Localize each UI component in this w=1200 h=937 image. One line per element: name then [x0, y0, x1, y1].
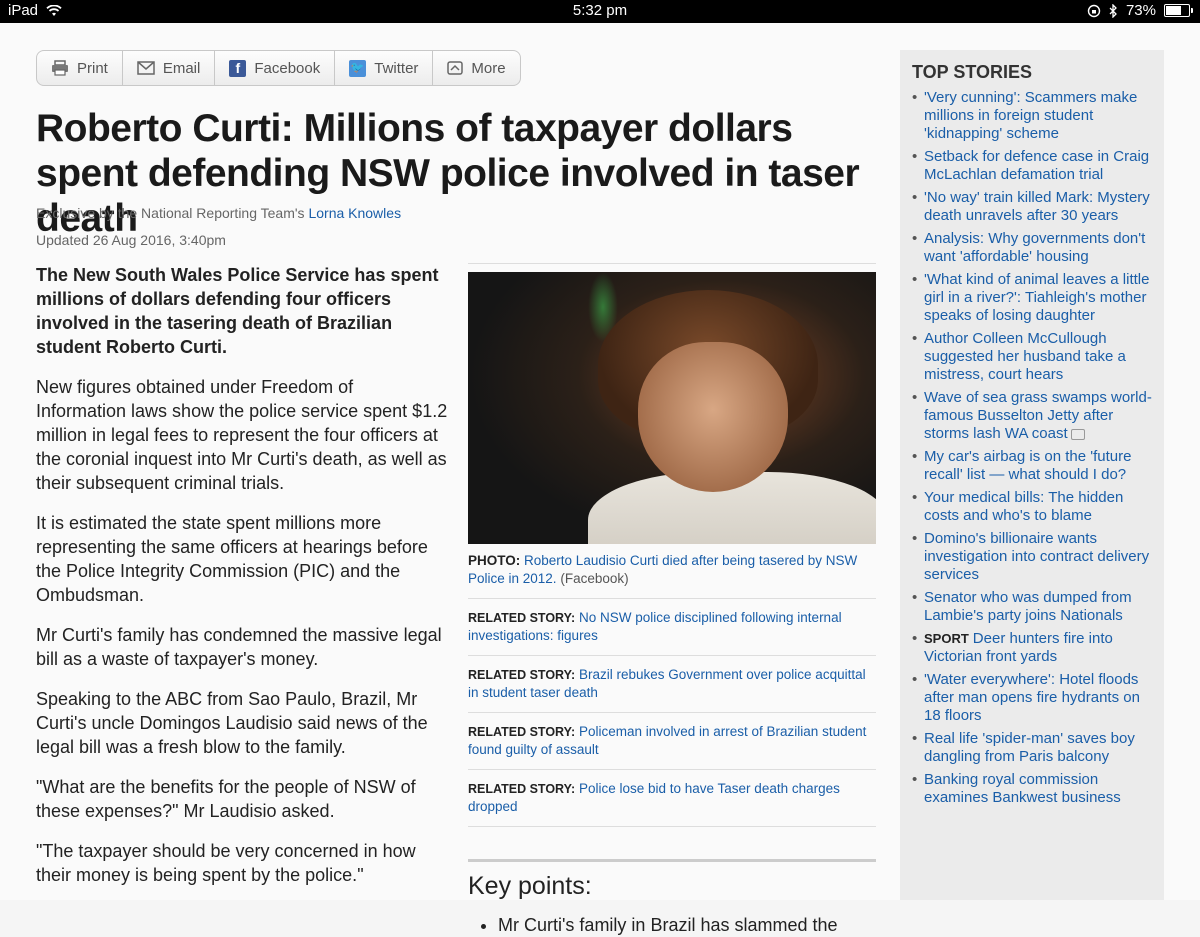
share-more-icon: [447, 61, 464, 75]
caption-credit: (Facebook): [560, 571, 629, 586]
rotation-lock-icon: [1087, 4, 1101, 17]
facebook-label: Facebook: [254, 59, 321, 77]
key-points-title: Key points:: [468, 872, 592, 900]
article-paragraph: Mr Curti's family has condemned the mass…: [36, 625, 442, 669]
facebook-icon: f: [229, 59, 247, 77]
top-story-link[interactable]: Wave of sea grass swamps world-famous Bu…: [912, 389, 1152, 448]
camera-icon: [1070, 428, 1085, 440]
twitter-label: Twitter: [374, 59, 419, 77]
email-button[interactable]: Email: [123, 51, 216, 85]
print-label: Print: [77, 59, 108, 77]
top-story-link[interactable]: 'What kind of animal leaves a little gir…: [912, 271, 1152, 330]
top-story-link[interactable]: 'Water everywhere': Hotel floods after m…: [912, 671, 1152, 730]
more-label: More: [471, 59, 506, 77]
top-story-link[interactable]: Domino's billionaire wants investigation…: [912, 530, 1152, 589]
lead-paragraph: The New South Wales Police Service has s…: [36, 265, 439, 357]
related-story: RELATED STORY: Brazil rebukes Government…: [468, 656, 876, 713]
bluetooth-icon: [1109, 3, 1117, 18]
top-story-link[interactable]: Analysis: Why governments don't want 'af…: [912, 230, 1152, 271]
article-paragraph: New figures obtained under Freedom of In…: [36, 377, 448, 493]
print-button[interactable]: Print: [37, 51, 123, 85]
device-name: iPad: [8, 2, 39, 19]
article-paragraph: "The taxpayer should be very concerned i…: [36, 841, 416, 885]
printer-icon: [52, 60, 68, 76]
top-story-link[interactable]: 'No way' train killed Mark: Mystery deat…: [912, 189, 1152, 230]
related-story: RELATED STORY: No NSW police disciplined…: [468, 599, 876, 656]
top-story-link[interactable]: Senator who was dumped from Lambie's par…: [912, 589, 1152, 630]
media-column: PHOTO: Roberto Laudisio Curti died after…: [468, 263, 876, 937]
facebook-button[interactable]: f Facebook: [215, 51, 336, 85]
caption-label: PHOTO:: [468, 553, 521, 568]
status-bar: iPad 5:32 pm 73%: [0, 0, 1200, 23]
twitter-button[interactable]: 🐦 Twitter: [335, 51, 434, 85]
article-photo[interactable]: [468, 272, 876, 544]
article-paragraph: "What are the benefits for the people of…: [36, 777, 416, 821]
twitter-bird-icon: 🐦: [349, 59, 367, 77]
envelope-icon: [137, 61, 155, 75]
article-body: The New South Wales Police Service has s…: [36, 263, 448, 903]
top-story-link[interactable]: Banking royal commission examines Bankwe…: [912, 771, 1152, 812]
related-story: RELATED STORY: Policeman involved in arr…: [468, 713, 876, 770]
wifi-icon: [46, 4, 62, 16]
related-story-label: RELATED STORY:: [468, 668, 576, 682]
top-story-link[interactable]: SPORTDeer hunters fire into Victorian fr…: [912, 630, 1152, 671]
more-button[interactable]: More: [433, 51, 519, 85]
top-stories-sidebar: TOP STORIES 'Very cunning': Scammers mak…: [900, 50, 1164, 900]
top-story-link[interactable]: Author Colleen McCullough suggested her …: [912, 330, 1152, 389]
top-stories-title: TOP STORIES: [912, 62, 1033, 82]
battery-percent: 73%: [1125, 2, 1156, 19]
battery-icon: [1164, 4, 1193, 17]
updated-timestamp: Updated 26 Aug 2016, 3:40pm: [36, 232, 226, 248]
photo-caption: PHOTO: Roberto Laudisio Curti died after…: [468, 552, 876, 599]
clock: 5:32 pm: [572, 2, 628, 19]
top-story-link[interactable]: My car's airbag is on the 'future recall…: [912, 448, 1152, 489]
share-toolbar: Print Email f Facebook 🐦 Twitter More: [36, 50, 521, 86]
byline: Exclusive by the National Reporting Team…: [36, 205, 401, 221]
related-story-label: RELATED STORY:: [468, 725, 576, 739]
top-story-text: Wave of sea grass swamps world-famous Bu…: [924, 389, 1152, 442]
byline-prefix: Exclusive by the National Reporting Team…: [36, 205, 305, 221]
related-story-label: RELATED STORY:: [468, 611, 576, 625]
article-paragraph: Speaking to the ABC from Sao Paulo, Braz…: [36, 689, 428, 757]
top-story-link[interactable]: Your medical bills: The hidden costs and…: [912, 489, 1152, 530]
top-story-link[interactable]: Real life 'spider-man' saves boy danglin…: [912, 730, 1152, 771]
top-story-link[interactable]: Setback for defence case in Craig McLach…: [912, 148, 1152, 189]
key-point-item: Mr Curti's family in Brazil has slammed …: [498, 913, 876, 937]
caption-link[interactable]: Roberto Laudisio Curti died after being …: [468, 553, 857, 586]
top-story-link[interactable]: 'Very cunning': Scammers make millions i…: [912, 89, 1152, 148]
related-story: RELATED STORY: Police lose bid to have T…: [468, 770, 876, 827]
key-points-box: Key points: Mr Curti's family in Brazil …: [468, 859, 876, 937]
article-page: Print Email f Facebook 🐦 Twitter More Ro…: [0, 23, 1200, 935]
article-paragraph: It is estimated the state spent millions…: [36, 513, 428, 605]
email-label: Email: [162, 59, 201, 77]
related-story-label: RELATED STORY:: [468, 782, 576, 796]
author-link[interactable]: Lorna Knowles: [308, 205, 401, 221]
sport-tag: SPORT: [924, 631, 969, 646]
